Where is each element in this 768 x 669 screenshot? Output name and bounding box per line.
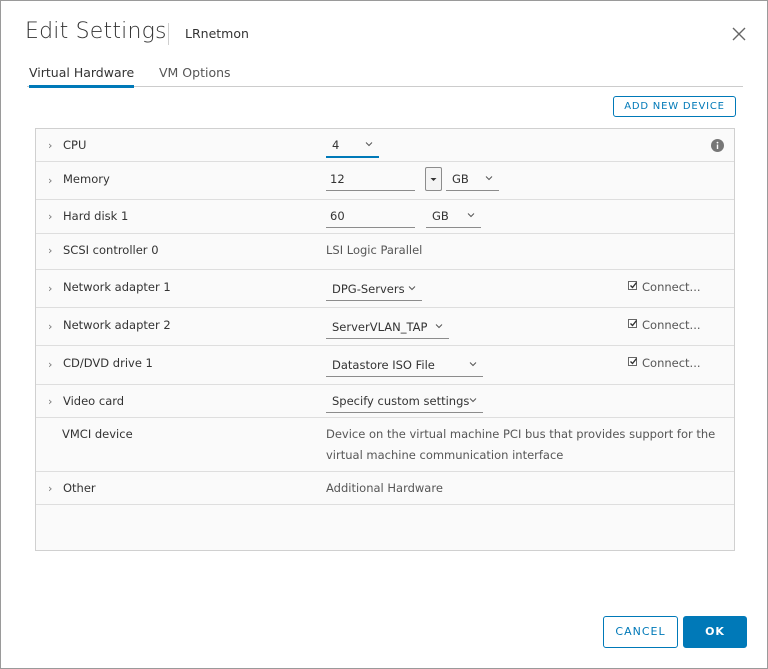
video-card-value: Specify custom settings	[332, 394, 470, 408]
connect-label: Connect...	[642, 318, 701, 332]
cd-dvd-select[interactable]: Datastore ISO File	[326, 358, 483, 377]
network-adapter-2-label: Network adapter 2	[63, 318, 171, 332]
network-adapter-2-select[interactable]: ServerVLAN_TAP	[326, 320, 449, 339]
memory-input[interactable]: 12	[326, 172, 415, 191]
network-adapter-1-value: DPG-Servers	[332, 282, 405, 296]
memory-unit-select[interactable]: GB	[446, 172, 499, 191]
video-card-select[interactable]: Specify custom settings	[326, 394, 483, 413]
network-adapter-1-label: Network adapter 1	[63, 280, 171, 294]
chevron-down-icon	[435, 324, 443, 329]
vmci-description-line2: virtual machine communication interface	[326, 448, 564, 462]
chevron-right-icon[interactable]: ›	[48, 174, 52, 187]
chevron-right-icon[interactable]: ›	[48, 358, 52, 371]
chevron-down-icon	[467, 213, 475, 218]
checkbox-checked-icon	[628, 319, 638, 328]
row-video-card: › Video card Specify custom settings	[36, 385, 734, 418]
other-label: Other	[63, 481, 96, 495]
hard-disk-unit-value: GB	[432, 209, 449, 223]
row-vmci-device: VMCI device Device on the virtual machin…	[36, 418, 734, 472]
row-memory: › Memory 12 GB	[36, 162, 734, 200]
video-card-label: Video card	[63, 394, 125, 408]
connect-checkbox-2[interactable]: Connect...	[628, 318, 701, 332]
network-adapter-2-value: ServerVLAN_TAP	[332, 320, 428, 334]
dialog-title: Edit Settings	[25, 19, 167, 44]
row-network-adapter-1: › Network adapter 1 DPG-Servers Connect.…	[36, 270, 734, 308]
cpu-value: 4	[332, 138, 340, 152]
vmci-label: VMCI device	[62, 427, 133, 441]
tab-virtual-hardware[interactable]: Virtual Hardware	[29, 65, 135, 88]
hard-disk-unit-select[interactable]: GB	[426, 209, 481, 228]
row-network-adapter-2: › Network adapter 2 ServerVLAN_TAP Conne…	[36, 308, 734, 346]
memory-stepper[interactable]	[425, 167, 442, 191]
tab-vm-options[interactable]: VM Options	[159, 65, 231, 85]
cpu-select[interactable]: 4	[326, 138, 379, 158]
hard-disk-label: Hard disk 1	[63, 209, 129, 223]
chevron-down-icon	[469, 362, 477, 367]
connect-checkbox-1[interactable]: Connect...	[628, 280, 701, 294]
connect-checkbox-cd[interactable]: Connect...	[628, 356, 701, 370]
tab-bar: Virtual Hardware VM Options	[27, 63, 743, 88]
chevron-down-icon	[485, 176, 493, 181]
chevron-right-icon[interactable]: ›	[48, 482, 52, 495]
chevron-right-icon[interactable]: ›	[48, 320, 52, 333]
row-hard-disk: › Hard disk 1 60 GB	[36, 200, 734, 234]
connect-label: Connect...	[642, 356, 701, 370]
row-cpu: › CPU 4	[36, 129, 734, 162]
add-new-device-button[interactable]: ADD NEW DEVICE	[613, 96, 736, 117]
edit-settings-dialog: Edit Settings LRnetmon Virtual Hardware …	[0, 0, 768, 669]
cd-dvd-value: Datastore ISO File	[332, 358, 435, 372]
row-scsi-controller: › SCSI controller 0 LSI Logic Parallel	[36, 234, 734, 270]
title-separator	[168, 23, 169, 45]
close-icon[interactable]	[729, 24, 749, 44]
checkbox-checked-icon	[628, 357, 638, 366]
cancel-button[interactable]: CANCEL	[603, 616, 678, 648]
chevron-down-icon	[365, 142, 373, 147]
chevron-right-icon[interactable]: ›	[48, 139, 52, 152]
connect-label: Connect...	[642, 280, 701, 294]
cpu-label: CPU	[63, 138, 87, 152]
chevron-down-icon	[469, 398, 477, 403]
ok-button[interactable]: OK	[683, 616, 747, 648]
scsi-value: LSI Logic Parallel	[326, 243, 423, 257]
hardware-list: › CPU 4 › Memory 12 GB › Hard disk 1 60 …	[35, 128, 735, 551]
memory-label: Memory	[63, 172, 110, 186]
info-icon[interactable]	[711, 139, 724, 152]
memory-unit-value: GB	[452, 172, 469, 186]
scsi-label: SCSI controller 0	[63, 243, 159, 257]
checkbox-checked-icon	[628, 281, 638, 290]
row-other: › Other Additional Hardware	[36, 472, 734, 505]
vmci-description-line1: Device on the virtual machine PCI bus th…	[326, 427, 716, 441]
chevron-down-icon	[408, 286, 416, 291]
chevron-right-icon[interactable]: ›	[48, 282, 52, 295]
cd-dvd-label: CD/DVD drive 1	[63, 356, 153, 370]
network-adapter-1-select[interactable]: DPG-Servers	[326, 282, 422, 301]
chevron-right-icon[interactable]: ›	[48, 244, 52, 257]
vm-name: LRnetmon	[185, 26, 249, 41]
hard-disk-input[interactable]: 60	[326, 209, 415, 228]
chevron-right-icon[interactable]: ›	[48, 395, 52, 408]
chevron-right-icon[interactable]: ›	[48, 210, 52, 223]
other-value: Additional Hardware	[326, 481, 443, 495]
row-cd-dvd-drive: › CD/DVD drive 1 Datastore ISO File Conn…	[36, 346, 734, 385]
